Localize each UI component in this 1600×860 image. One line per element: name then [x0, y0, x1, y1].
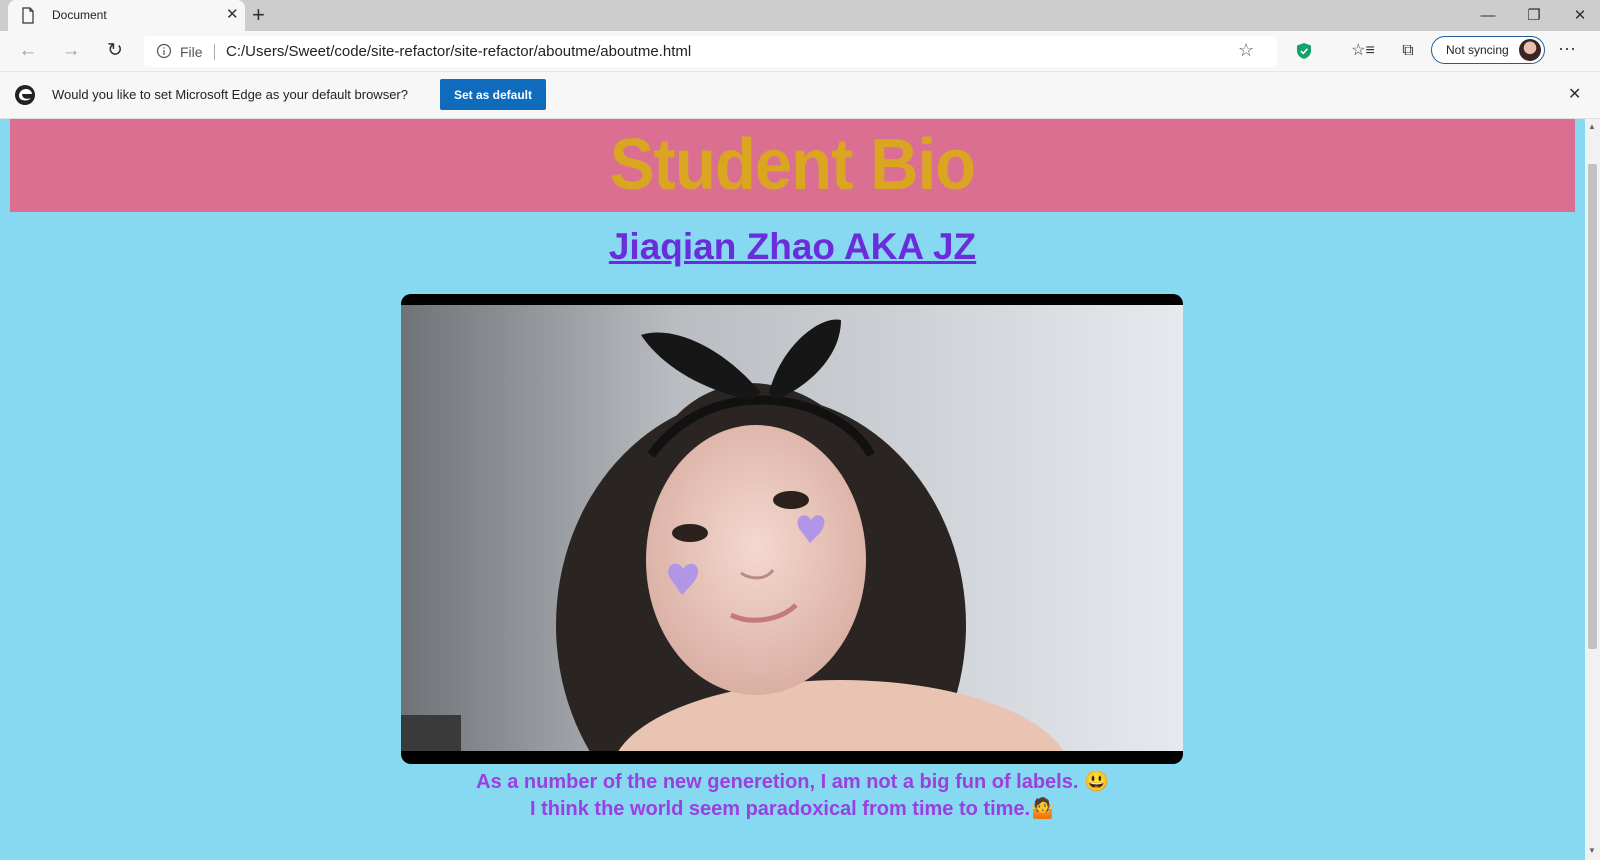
restore-button[interactable]: ❐: [1519, 5, 1549, 27]
profile-photo: [401, 294, 1183, 764]
sync-label: Not syncing: [1446, 43, 1509, 57]
forward-button[interactable]: →: [57, 39, 85, 63]
bio-line: I think the world seem paradoxical from …: [529, 798, 1055, 820]
page-viewport: Student Bio Jiaqian Zhao AKA JZ As a num…: [0, 119, 1585, 860]
shield-icon[interactable]: [1292, 39, 1316, 63]
address-bar[interactable]: File C:/Users/Sweet/code/site-refactor/s…: [144, 36, 1277, 67]
browser-toolbar: ← → ↻ File C:/Users/Sweet/code/site-refa…: [0, 31, 1600, 71]
favorites-icon[interactable]: ☆≡: [1351, 39, 1375, 63]
header-banner: Student Bio: [10, 119, 1575, 212]
more-icon[interactable]: ···: [1558, 38, 1576, 59]
profile-sync-button[interactable]: Not syncing: [1431, 36, 1545, 64]
url-text[interactable]: C:/Users/Sweet/code/site-refactor/site-r…: [226, 43, 691, 60]
scroll-up-icon[interactable]: ▲: [1588, 122, 1596, 131]
portrait-image: [401, 305, 1183, 751]
star-icon[interactable]: ☆: [1238, 40, 1254, 61]
bio-text: As a number of the new generetion, I am …: [470, 769, 1115, 823]
back-button[interactable]: ←: [14, 39, 42, 63]
info-icon[interactable]: [156, 43, 172, 59]
profile-avatar: [1519, 39, 1541, 61]
set-as-default-button[interactable]: Set as default: [440, 79, 546, 110]
vertical-scrollbar[interactable]: ▲ ▼: [1585, 119, 1600, 860]
name-link[interactable]: Jiaqian Zhao AKA JZ: [0, 226, 1585, 268]
close-icon[interactable]: ✕: [1568, 84, 1581, 104]
divider: [214, 44, 215, 60]
bio-line: As a number of the new generetion, I am …: [476, 771, 1109, 793]
tab-strip: Document ✕ + — ❐ ✕: [0, 0, 1600, 31]
collections-icon[interactable]: ⧉: [1396, 39, 1420, 63]
tab-title: Document: [52, 8, 107, 22]
edge-logo-icon: [15, 85, 35, 105]
refresh-button[interactable]: ↻: [101, 39, 129, 63]
scheme-label: File: [180, 44, 203, 60]
page-icon: [22, 7, 34, 24]
infobar-message: Would you like to set Microsoft Edge as …: [52, 87, 408, 102]
close-window-button[interactable]: ✕: [1565, 5, 1595, 27]
new-tab-button[interactable]: +: [252, 3, 265, 27]
default-browser-infobar: Would you like to set Microsoft Edge as …: [0, 71, 1600, 119]
tab-document[interactable]: Document ✕: [8, 0, 245, 31]
scroll-down-icon[interactable]: ▼: [1588, 846, 1596, 855]
page-title: Student Bio: [609, 125, 976, 205]
minimize-button[interactable]: —: [1473, 5, 1503, 27]
close-tab-icon[interactable]: ✕: [226, 6, 239, 24]
scroll-thumb[interactable]: [1588, 164, 1597, 649]
